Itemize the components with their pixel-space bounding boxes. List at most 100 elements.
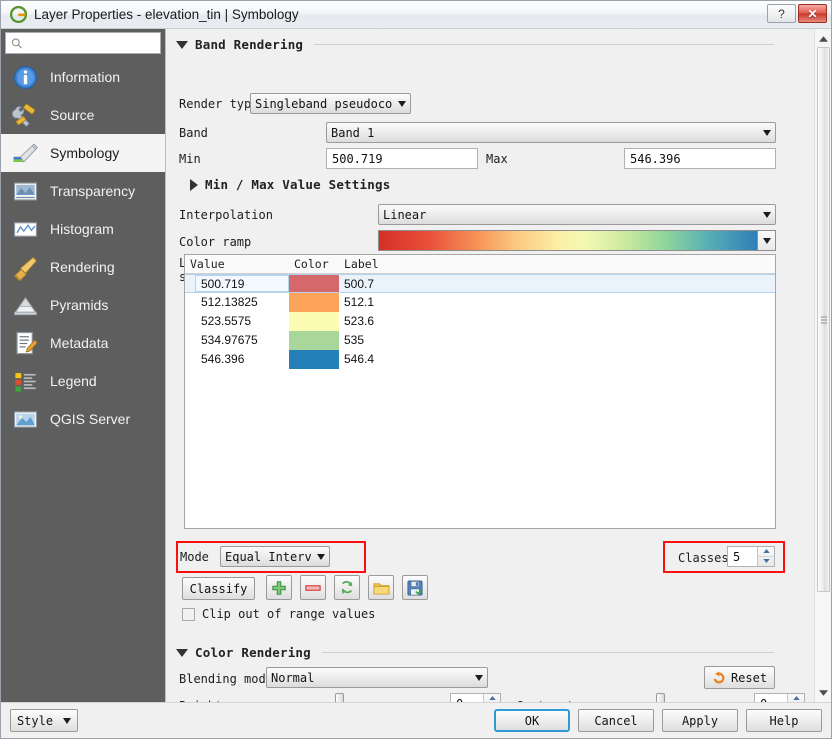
- chevron-up-icon: [762, 549, 770, 554]
- sidebar-item-source[interactable]: Source: [1, 96, 165, 134]
- color-ramp-dropdown-button[interactable]: [758, 230, 776, 251]
- mode-combo[interactable]: Equal Interval: [220, 546, 330, 567]
- chevron-down-icon: [398, 100, 406, 107]
- cell-value[interactable]: 500.719: [195, 275, 289, 292]
- cell-value[interactable]: 534.97675: [185, 331, 289, 350]
- sort-classes-button[interactable]: [334, 575, 360, 600]
- symbology-panel: Band Rendering Render type Singleband ps…: [166, 29, 814, 702]
- render-type-label: Render type: [179, 97, 259, 111]
- scrollbar-thumb[interactable]: [817, 47, 830, 592]
- brightness-slider[interactable]: [266, 692, 442, 702]
- sidebar-item-symbology[interactable]: Symbology: [1, 134, 165, 172]
- clip-checkbox[interactable]: [182, 607, 195, 621]
- titlebar-close-button[interactable]: ✕: [798, 4, 827, 23]
- classes-spinbox[interactable]: 5: [727, 546, 775, 567]
- stepper-up-button[interactable]: [484, 694, 500, 702]
- collapse-triangle-down-icon: [176, 40, 188, 49]
- titlebar-help-button[interactable]: ?: [767, 4, 796, 23]
- cell-value[interactable]: 546.396: [185, 350, 289, 369]
- cell-label[interactable]: 535: [339, 331, 775, 350]
- vertical-scrollbar[interactable]: [814, 29, 831, 702]
- mode-label: Mode: [180, 550, 209, 564]
- slider-handle[interactable]: [656, 693, 665, 702]
- blending-mode-combo[interactable]: Normal: [266, 667, 488, 688]
- search-box[interactable]: [5, 32, 161, 54]
- cell-label[interactable]: 546.4: [339, 350, 775, 369]
- cell-color-swatch[interactable]: [289, 312, 339, 331]
- render-type-combo[interactable]: Singleband pseudocolor: [250, 93, 411, 114]
- interpolation-combo[interactable]: Linear: [378, 204, 776, 225]
- cell-label[interactable]: 523.6: [339, 312, 775, 331]
- color-ramp-preview: [378, 230, 758, 251]
- remove-class-button[interactable]: [300, 575, 326, 600]
- qgis-server-icon: [12, 406, 39, 433]
- clip-out-of-range-row[interactable]: Clip out of range values: [182, 607, 375, 621]
- table-row[interactable]: 500.719 500.7: [185, 274, 775, 293]
- sidebar-item-transparency[interactable]: Transparency: [1, 172, 165, 210]
- brightness-spinbox[interactable]: 0: [450, 693, 501, 702]
- table-row[interactable]: 546.396 546.4: [185, 350, 775, 369]
- sidebar-item-legend[interactable]: Legend: [1, 362, 165, 400]
- color-ramp-picker[interactable]: [378, 230, 776, 251]
- scroll-up-arrow-button[interactable]: [816, 31, 831, 46]
- stepper-up-button[interactable]: [788, 694, 804, 702]
- cell-color-swatch[interactable]: [289, 293, 339, 312]
- cell-color-swatch[interactable]: [289, 275, 339, 292]
- help-button[interactable]: Help: [746, 709, 822, 732]
- load-color-map-button[interactable]: [368, 575, 394, 600]
- color-map-table[interactable]: Value Color Label 500.719 500.7 512.1382…: [184, 254, 776, 529]
- cancel-button[interactable]: Cancel: [578, 709, 654, 732]
- contrast-stepper[interactable]: [787, 694, 804, 702]
- cell-value[interactable]: 512.13825: [185, 293, 289, 312]
- footer-buttons: OK Cancel Apply Help: [494, 709, 822, 732]
- color-rendering-section-header[interactable]: Color Rendering: [176, 645, 774, 660]
- min-input[interactable]: 500.719: [326, 148, 478, 169]
- sidebar-item-qgis-server[interactable]: QGIS Server: [1, 400, 165, 438]
- sidebar-item-rendering[interactable]: Rendering: [1, 248, 165, 286]
- remove-class-icon: [305, 584, 321, 591]
- table-row[interactable]: 512.13825 512.1: [185, 293, 775, 312]
- reset-button[interactable]: Reset: [704, 666, 775, 689]
- section-divider: [314, 44, 774, 45]
- contrast-spinbox[interactable]: 0: [754, 693, 805, 702]
- slider-handle[interactable]: [335, 693, 344, 702]
- stepper-down-button[interactable]: [758, 557, 774, 567]
- table-row[interactable]: 534.97675 535: [185, 331, 775, 350]
- stepper-up-button[interactable]: [758, 547, 774, 557]
- style-button-label: Style: [16, 713, 54, 728]
- max-label: Max: [486, 152, 508, 166]
- save-color-map-button[interactable]: [402, 575, 428, 600]
- classify-button[interactable]: Classify: [182, 577, 255, 600]
- cell-value[interactable]: 523.5575: [185, 312, 289, 331]
- style-button[interactable]: Style: [10, 709, 78, 732]
- cell-label[interactable]: 512.1: [339, 293, 775, 312]
- cell-color-swatch[interactable]: [289, 350, 339, 369]
- sidebar-item-histogram[interactable]: Histogram: [1, 210, 165, 248]
- ok-button[interactable]: OK: [494, 709, 570, 732]
- max-input[interactable]: 546.396: [624, 148, 776, 169]
- add-class-button[interactable]: [266, 575, 292, 600]
- band-rendering-section-header[interactable]: Band Rendering: [176, 37, 774, 52]
- band-combo[interactable]: Band 1: [326, 122, 776, 143]
- metadata-icon: [12, 330, 39, 357]
- brightness-stepper[interactable]: [483, 694, 500, 702]
- sidebar-item-information[interactable]: Information: [1, 58, 165, 96]
- sidebar-item-pyramids[interactable]: Pyramids: [1, 286, 165, 324]
- table-row[interactable]: 523.5575 523.6: [185, 312, 775, 331]
- cell-color-swatch[interactable]: [289, 331, 339, 350]
- mode-value: Equal Interval: [225, 549, 311, 564]
- clip-checkbox-label: Clip out of range values: [202, 607, 376, 621]
- cell-label[interactable]: 500.7: [339, 275, 775, 292]
- minmax-value-settings-header[interactable]: Min / Max Value Settings: [190, 177, 390, 192]
- search-input[interactable]: [22, 35, 155, 51]
- classes-value[interactable]: 5: [728, 550, 757, 564]
- chevron-up-icon: [488, 696, 496, 701]
- column-header-value: Value: [190, 257, 225, 271]
- classes-stepper[interactable]: [757, 547, 774, 566]
- apply-button[interactable]: Apply: [662, 709, 738, 732]
- chevron-down-icon: [475, 674, 483, 681]
- table-header-row: Value Color Label: [185, 255, 775, 274]
- contrast-slider[interactable]: [582, 692, 747, 702]
- scroll-down-arrow-button[interactable]: [816, 685, 831, 700]
- sidebar-item-metadata[interactable]: Metadata: [1, 324, 165, 362]
